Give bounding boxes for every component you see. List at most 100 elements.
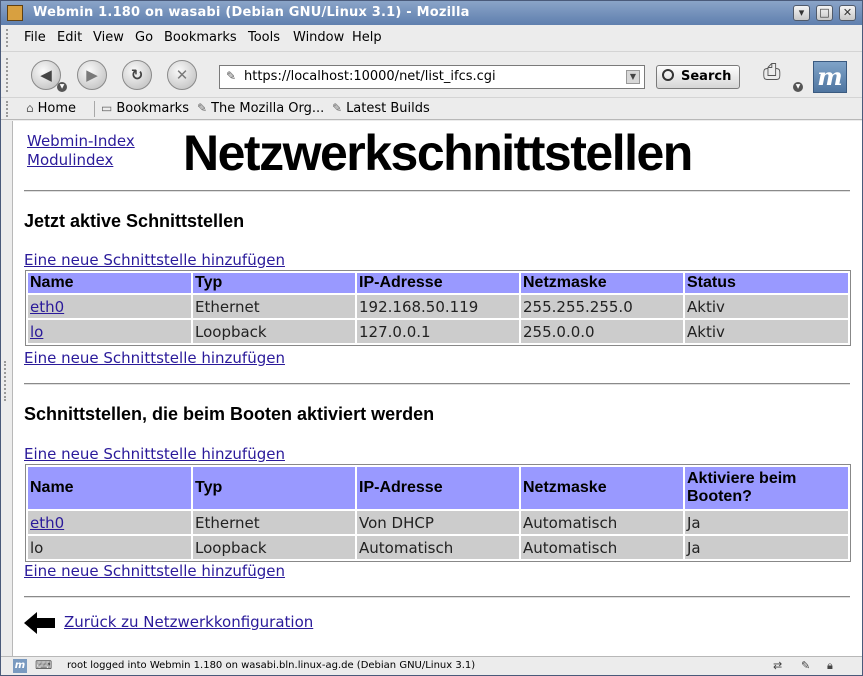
- table-row: lo Loopback Automatisch Automatisch Ja: [28, 536, 848, 559]
- add-interface-link[interactable]: Eine neue Schnittstelle hinzufügen: [24, 251, 285, 269]
- add-interface-link[interactable]: Eine neue Schnittstelle hinzufügen: [24, 349, 285, 367]
- folder-icon: ▭: [101, 101, 113, 115]
- table-header-row: Name Typ IP-Adresse Netzmaske Aktiviere …: [28, 467, 848, 509]
- sidebar-grip[interactable]: [4, 361, 8, 401]
- module-index-link[interactable]: Modulindex: [27, 151, 135, 170]
- maximize-icon[interactable]: □: [816, 5, 833, 21]
- minimize-icon[interactable]: ▾: [793, 5, 810, 21]
- home-icon: ⌂: [26, 101, 34, 115]
- interface-link[interactable]: lo: [30, 323, 43, 341]
- status-text: root logged into Webmin 1.180 on wasabi.…: [67, 660, 476, 671]
- table-row: lo Loopback 127.0.0.1 255.0.0.0 Aktiv: [28, 320, 848, 343]
- back-arrow-icon[interactable]: [24, 612, 56, 634]
- table-cell: Ethernet: [193, 295, 355, 318]
- menu-bar: File Edit View Go Bookmarks Tools Window…: [1, 25, 862, 51]
- column-header: Status: [685, 273, 848, 293]
- divider: [24, 596, 850, 598]
- menu-edit[interactable]: Edit: [57, 30, 82, 45]
- menu-tools[interactable]: Tools: [248, 30, 280, 45]
- bookmark-home[interactable]: ⌂ Home: [26, 101, 76, 116]
- status-bar: m ⌨ root logged into Webmin 1.180 on was…: [1, 656, 862, 675]
- print-icon[interactable]: ⎙: [763, 60, 793, 86]
- table-cell: lo: [28, 320, 191, 343]
- table-cell: lo: [28, 536, 191, 559]
- table-cell: Automatisch: [521, 511, 683, 534]
- online-icon[interactable]: ⇄: [773, 659, 782, 672]
- toolbar-grip[interactable]: [6, 29, 12, 47]
- column-header: IP-Adresse: [357, 467, 519, 509]
- active-interfaces-heading: Jetzt aktive Schnittstellen: [24, 211, 245, 231]
- table-cell: Loopback: [193, 536, 355, 559]
- url-history-dropdown-icon[interactable]: ▼: [626, 70, 640, 84]
- reload-button[interactable]: ↻: [122, 60, 152, 90]
- search-button-label: Search: [681, 69, 732, 84]
- page-icon: ✎: [226, 69, 237, 83]
- menu-view[interactable]: View: [93, 30, 124, 45]
- table-cell: Loopback: [193, 320, 355, 343]
- page-title: Netzwerkschnittstellen: [183, 125, 693, 181]
- menu-go[interactable]: Go: [135, 30, 153, 45]
- title-bar: Webmin 1.180 on wasabi (Debian GNU/Linux…: [1, 1, 862, 25]
- column-header: Netzmaske: [521, 273, 683, 293]
- lock-icon[interactable]: 🔒︎: [827, 659, 833, 673]
- interface-link[interactable]: eth0: [30, 514, 64, 532]
- table-cell: eth0: [28, 511, 191, 534]
- column-header: Netzmaske: [521, 467, 683, 509]
- cookie-icon: ✎: [801, 659, 811, 672]
- mozilla-logo[interactable]: m: [813, 61, 847, 93]
- bookmark-label: Latest Builds: [346, 101, 430, 116]
- divider: [24, 383, 850, 385]
- table-cell: 255.0.0.0: [521, 320, 683, 343]
- column-header: IP-Adresse: [357, 273, 519, 293]
- table-cell: Automatisch: [357, 536, 519, 559]
- table-cell: Aktiv: [685, 320, 848, 343]
- menu-file[interactable]: File: [24, 30, 46, 45]
- table-cell: eth0: [28, 295, 191, 318]
- bookmark-separator: [94, 101, 95, 117]
- table-cell: Automatisch: [521, 536, 683, 559]
- stop-button[interactable]: ✕: [167, 60, 197, 90]
- mozilla-small-icon[interactable]: m: [13, 659, 27, 673]
- back-to-network-config-link[interactable]: Zurück zu Netzwerkkonfiguration: [64, 613, 313, 631]
- table-cell: Aktiv: [685, 295, 848, 318]
- bookmark-latest-builds[interactable]: ✎ Latest Builds: [332, 101, 430, 116]
- page-content: Webmin-Index Modulindex Netzwerkschnitts…: [12, 121, 862, 656]
- print-dropdown-icon[interactable]: ▼: [793, 82, 803, 92]
- table-header-row: Name Typ IP-Adresse Netzmaske Status: [28, 273, 848, 293]
- column-header: Typ: [193, 467, 355, 509]
- bookmark-label: Bookmarks: [116, 101, 189, 116]
- table-row: eth0 Ethernet Von DHCP Automatisch Ja: [28, 511, 848, 534]
- toolbar-grip[interactable]: [6, 101, 12, 117]
- boot-interfaces-heading: Schnittstellen, die beim Booten aktivier…: [24, 404, 435, 424]
- app-icon: [7, 5, 23, 21]
- add-interface-link[interactable]: Eine neue Schnittstelle hinzufügen: [24, 562, 285, 580]
- table-cell: 255.255.255.0: [521, 295, 683, 318]
- connection-icon: ⌨: [35, 658, 53, 672]
- bookmark-label: The Mozilla Org...: [211, 101, 325, 116]
- bookmark-label: Home: [37, 101, 77, 116]
- forward-button[interactable]: ▶: [77, 60, 107, 90]
- toolbar-grip[interactable]: [6, 58, 12, 92]
- menu-bookmarks[interactable]: Bookmarks: [164, 30, 237, 45]
- bookmark-mozilla-org[interactable]: ✎ The Mozilla Org...: [197, 101, 324, 116]
- navigation-toolbar: ◀ ▼ ▶ ↻ ✕ ✎ ▼ Search ⎙ ▼ m: [1, 51, 862, 97]
- menu-help[interactable]: Help: [352, 30, 382, 45]
- browser-window: Webmin 1.180 on wasabi (Debian GNU/Linux…: [0, 0, 863, 676]
- close-icon[interactable]: ✕: [839, 5, 856, 21]
- bookmark-bookmarks[interactable]: ▭ Bookmarks: [101, 101, 189, 116]
- menu-window[interactable]: Window: [293, 30, 344, 45]
- table-cell: Ja: [685, 511, 848, 534]
- add-interface-link[interactable]: Eine neue Schnittstelle hinzufügen: [24, 445, 285, 463]
- search-icon: [662, 69, 674, 81]
- url-bar[interactable]: ✎ ▼: [219, 65, 645, 89]
- divider: [24, 190, 850, 192]
- table-cell: Von DHCP: [357, 511, 519, 534]
- interface-link[interactable]: eth0: [30, 298, 64, 316]
- search-button[interactable]: Search: [656, 65, 740, 89]
- bookmark-icon: ✎: [197, 101, 208, 115]
- webmin-index-link[interactable]: Webmin-Index: [27, 132, 135, 151]
- column-header: Typ: [193, 273, 355, 293]
- column-header: Aktiviere beim Booten?: [685, 467, 848, 509]
- back-dropdown-icon[interactable]: ▼: [57, 82, 67, 92]
- url-input[interactable]: [244, 69, 614, 84]
